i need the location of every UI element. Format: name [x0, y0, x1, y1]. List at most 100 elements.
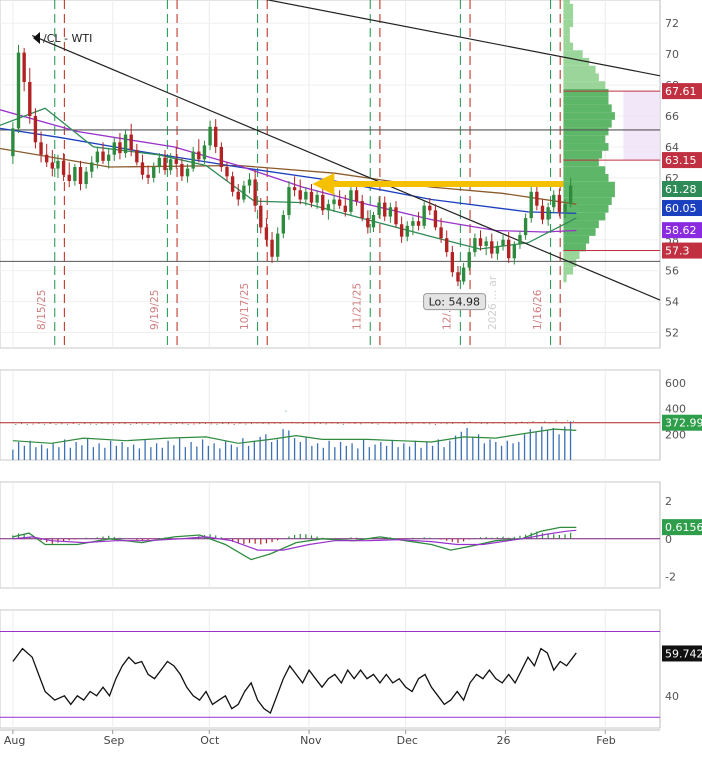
volume-profile-bar-31: [563, 235, 590, 244]
candle-body-58: [337, 199, 342, 206]
macd-panel-frame: [0, 481, 661, 589]
candle-body-33: [197, 151, 201, 160]
candle-body-40: [236, 191, 240, 200]
candle-body-19: [118, 142, 122, 154]
candle-body-74: [428, 205, 432, 211]
candle-body-14: [90, 162, 94, 172]
candle-body-17: [106, 154, 111, 161]
volume-profile-bar-33: [563, 251, 580, 260]
price-y-tick-7: 66: [665, 110, 679, 123]
candle-body-93: [535, 191, 539, 206]
candle-body-8: [56, 160, 60, 169]
candle-body-18: [112, 142, 116, 155]
x-tick-label-5: 26: [496, 734, 510, 747]
candle-body-25: [152, 167, 156, 178]
osc-value-tag: 59.7421: [665, 647, 702, 660]
volume-profile-bar-22: [563, 166, 606, 174]
candle-body-22: [135, 150, 139, 163]
candle-body-44: [259, 205, 263, 228]
candle-body-0: [11, 128, 15, 157]
candle-body-1: [16, 52, 21, 129]
volume-profile-bar-18: [563, 135, 606, 144]
candle-body-21: [129, 134, 133, 151]
candle-body-12: [78, 167, 83, 185]
candle-body-20: [123, 134, 128, 154]
candle-body-75: [433, 210, 438, 228]
candle-body-96: [552, 194, 556, 208]
marker-date-label-3: 11/21/25: [352, 283, 364, 330]
candle-body-24: [146, 174, 150, 178]
volume-profile-bar-0: [563, 0, 570, 4]
chart-svg: 52545658606264666870728/15/259/19/2510/1…: [0, 0, 702, 747]
candle-body-89: [512, 244, 517, 259]
candle-body-87: [501, 239, 505, 246]
candle-body-6: [44, 154, 49, 163]
candle-body-91: [523, 218, 528, 236]
candle-body-43: [253, 179, 257, 206]
symbol-label: /CL - WTI: [43, 32, 92, 45]
marker-date-label-0: 8/15/25: [36, 290, 48, 330]
price-y-tick-2: 56: [665, 265, 679, 278]
candle-body-41: [242, 185, 246, 200]
chart-root: 52545658606264666870728/15/259/19/2510/1…: [0, 0, 702, 754]
candle-body-92: [529, 191, 533, 219]
candle-body-57: [332, 199, 336, 205]
candle-body-49: [287, 187, 291, 215]
candle-body-82: [473, 238, 477, 253]
volume-profile-bar-20: [563, 150, 603, 159]
candle-body-62: [360, 201, 364, 219]
candle-body-86: [495, 245, 500, 254]
candle-body-71: [411, 221, 415, 226]
candle-body-2: [22, 52, 26, 82]
candle-body-94: [540, 205, 545, 220]
price-panel-frame: [0, 0, 661, 349]
candle-body-37: [219, 146, 224, 168]
candle-body-50: [292, 187, 297, 191]
faint-label: 2026 ... ar: [487, 275, 499, 330]
candle-body-7: [50, 162, 55, 169]
price-tag-text-3: 60.05: [665, 202, 697, 215]
candle-body-72: [416, 221, 421, 226]
candle-body-30: [180, 163, 184, 177]
candle-body-68: [394, 207, 398, 225]
candle-body-83: [478, 238, 483, 246]
volume-value-tag: 372.999: [665, 417, 702, 430]
volume-profile-bar-4: [563, 27, 570, 35]
price-tag-text-1: 63.15: [665, 154, 697, 167]
low-annotation-text: Lo: 54.98: [429, 296, 480, 309]
x-tick-label-3: Nov: [300, 734, 322, 747]
marker-date-label-1: 9/19/25: [149, 290, 161, 330]
candle-body-4: [33, 116, 38, 143]
volume-profile-bar-7: [563, 50, 583, 58]
candle-body-11: [73, 167, 77, 181]
candle-body-76: [439, 227, 443, 239]
candle-body-46: [270, 239, 274, 257]
candle-body-97: [557, 194, 562, 212]
candle-body-84: [484, 241, 488, 246]
candle-body-10: [67, 174, 71, 181]
candle-body-99: [568, 185, 573, 205]
volume-profile-bar-14: [563, 104, 612, 113]
x-tick-label-2: Oct: [200, 734, 220, 747]
candle-body-28: [168, 159, 173, 171]
volume-y-tick-2: 600: [665, 377, 686, 390]
volume-profile-bar-30: [563, 228, 596, 236]
volume-profile-bar-36: [563, 274, 567, 283]
macd-y-tick-0: -2: [665, 571, 676, 584]
candle-body-77: [445, 238, 449, 253]
candle-body-79: [456, 272, 460, 282]
candle-body-35: [208, 126, 212, 146]
candle-body-31: [185, 168, 190, 177]
candle-body-47: [275, 233, 280, 257]
candle-body-9: [61, 160, 66, 175]
value-area-overlay: [623, 91, 660, 161]
candle-body-36: [214, 126, 218, 147]
volume-profile-bar-19: [563, 143, 609, 151]
price-tag-text-0: 67.61: [665, 85, 697, 98]
volume-profile-bar-35: [563, 266, 574, 275]
osc-panel-frame: [0, 609, 661, 729]
candle-body-45: [264, 227, 269, 240]
candle-body-81: [467, 252, 471, 268]
price-y-tick-1: 54: [665, 296, 679, 309]
x-tick-label-4: Dec: [397, 734, 418, 747]
